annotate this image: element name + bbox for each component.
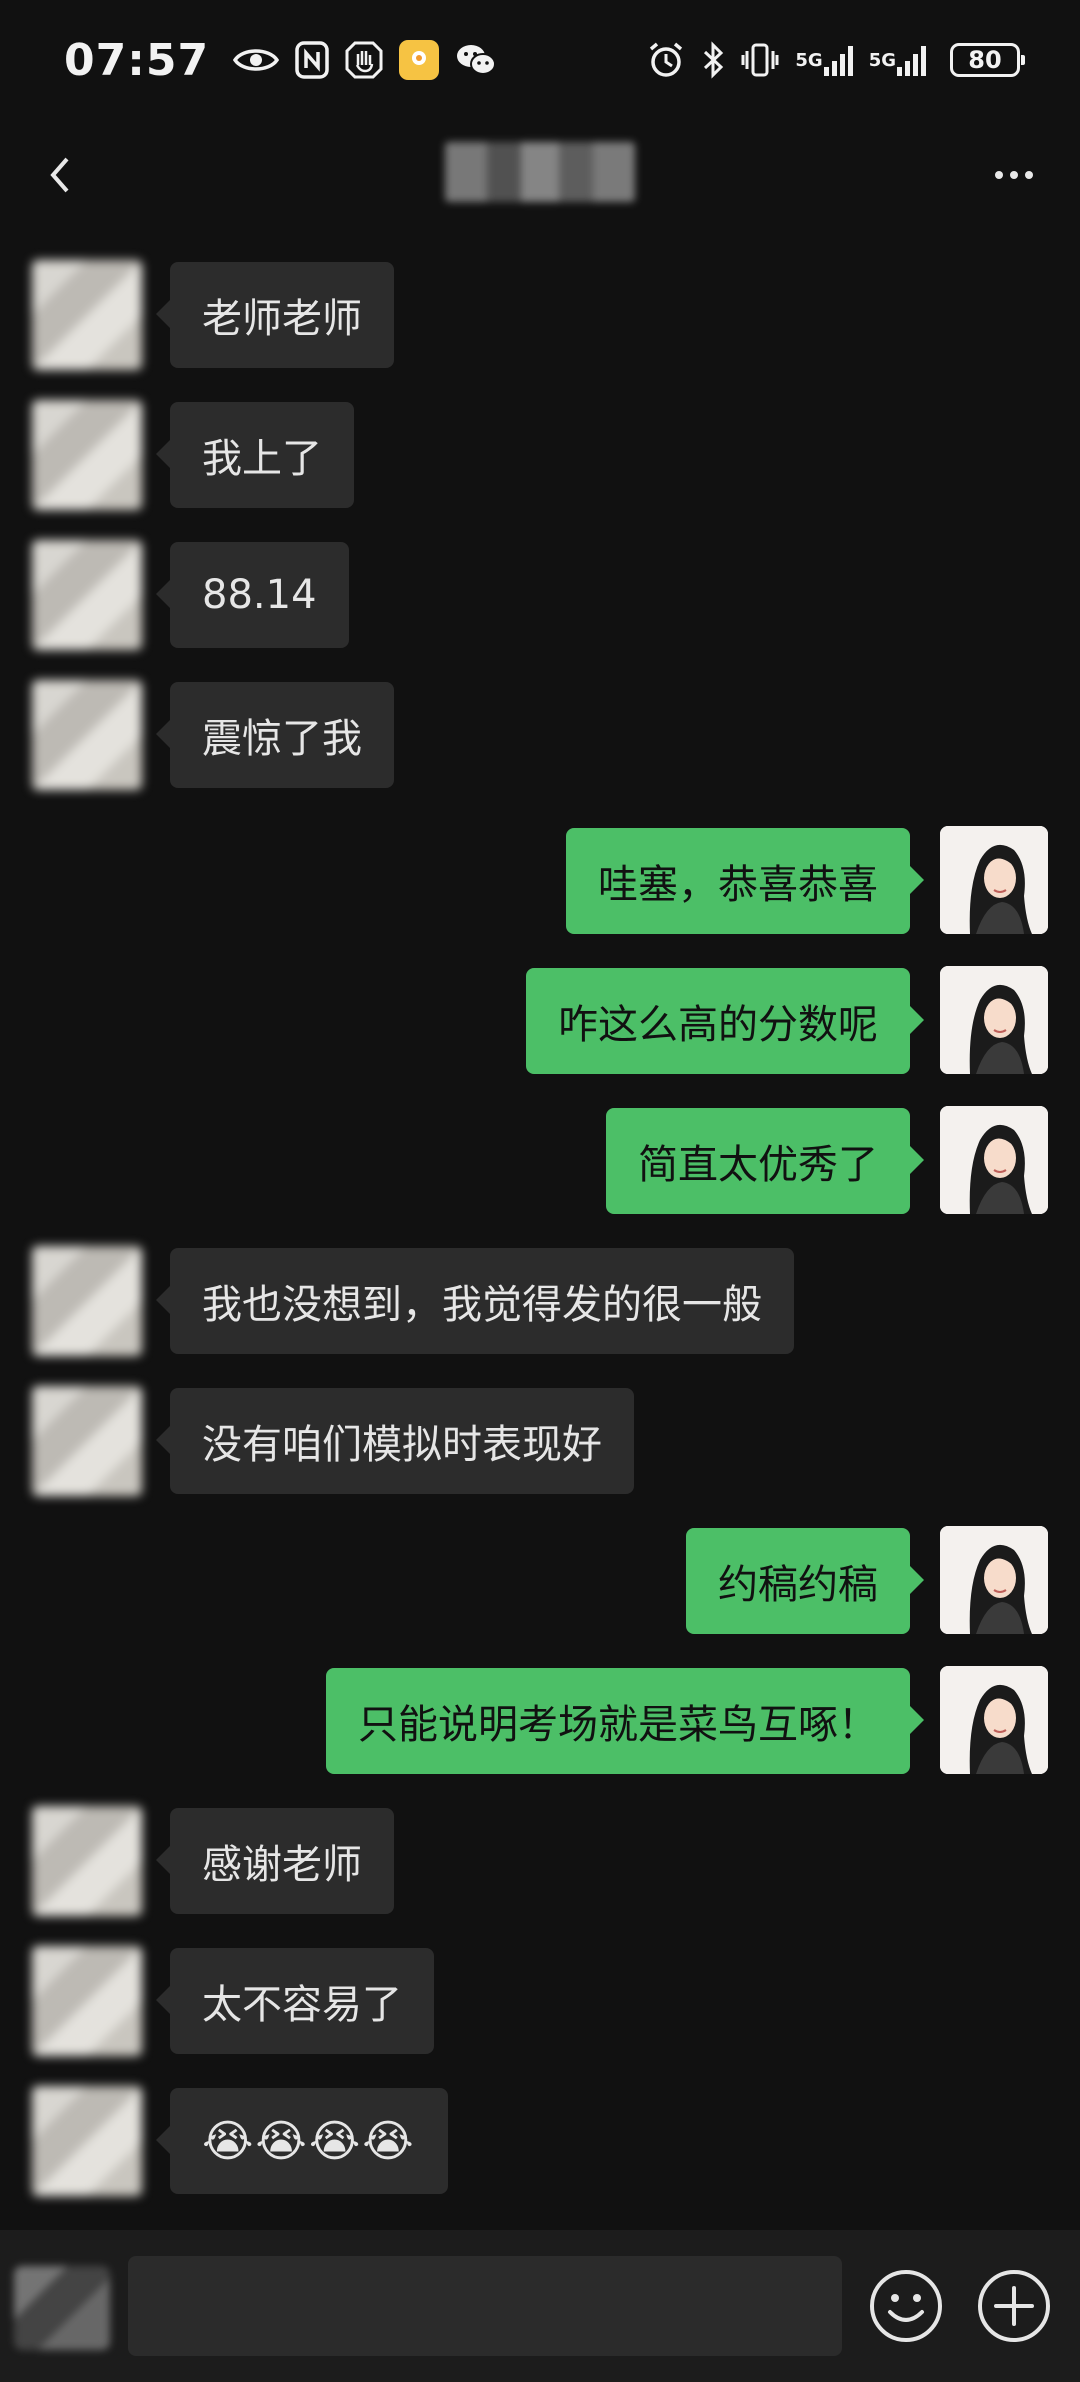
more-button[interactable] — [984, 150, 1044, 200]
message-row-incoming: 震惊了我 — [0, 680, 1080, 790]
message-bubble-outgoing[interactable]: 简直太优秀了 — [606, 1108, 924, 1214]
message-row-incoming: 太不容易了 — [0, 1946, 1080, 2056]
message-bubble-incoming[interactable]: 我上了 — [156, 402, 354, 508]
add-button[interactable] — [974, 2266, 1054, 2346]
chevron-left-icon — [50, 157, 69, 193]
message-bubble-incoming[interactable]: 震惊了我 — [156, 682, 394, 788]
eye-icon — [233, 45, 280, 75]
emoji-icon — [870, 2270, 942, 2342]
contact-avatar[interactable] — [32, 1946, 142, 2056]
message-input[interactable] — [128, 2256, 842, 2356]
message-row-incoming: 没有咱们模拟时表现好 — [0, 1386, 1080, 1496]
contact-avatar[interactable] — [32, 1386, 142, 1496]
user-avatar-image — [940, 1526, 1048, 1634]
message-row-incoming: 老师老师 — [0, 260, 1080, 370]
user-avatar[interactable] — [940, 1666, 1048, 1774]
user-avatar-image — [940, 826, 1048, 934]
status-time: 07:57 — [64, 34, 210, 86]
contact-avatar[interactable] — [32, 1246, 142, 1356]
message-row-incoming: 88.14 — [0, 540, 1080, 650]
message-row-incoming: 😭😭😭😭 — [0, 2086, 1080, 2196]
emoji-button[interactable] — [866, 2266, 946, 2346]
plus-circle-icon — [978, 2270, 1050, 2342]
message-bubble-incoming[interactable]: 感谢老师 — [156, 1808, 394, 1914]
user-avatar[interactable] — [940, 1526, 1048, 1634]
chat-header — [0, 120, 1080, 230]
wechat-icon — [455, 43, 497, 77]
status-bar: 07:57 5G 5G 80 — [0, 0, 1080, 120]
contact-avatar[interactable] — [32, 2086, 142, 2196]
more-dots-icon — [995, 171, 1003, 179]
message-bubble-incoming-emoji[interactable]: 😭😭😭😭 — [156, 2088, 448, 2194]
signal-1-icon: 5G — [795, 43, 853, 77]
message-bubble-incoming[interactable]: 老师老师 — [156, 262, 394, 368]
message-row-incoming: 感谢老师 — [0, 1806, 1080, 1916]
user-avatar[interactable] — [940, 826, 1048, 934]
message-bubble-incoming[interactable]: 88.14 — [156, 542, 349, 648]
contact-avatar[interactable] — [32, 540, 142, 650]
nfc-icon — [295, 41, 329, 79]
message-row-incoming: 我上了 — [0, 400, 1080, 510]
message-bubble-incoming[interactable]: 太不容易了 — [156, 1948, 434, 2054]
message-bubble-incoming[interactable]: 没有咱们模拟时表现好 — [156, 1388, 634, 1494]
alarm-icon — [647, 41, 685, 79]
chat-title-blurred — [445, 142, 635, 202]
voice-button[interactable] — [14, 2266, 110, 2350]
hand-icon — [345, 41, 383, 79]
contact-avatar[interactable] — [32, 1806, 142, 1916]
user-avatar-image — [940, 1666, 1048, 1774]
message-bubble-incoming[interactable]: 我也没想到，我觉得发的很一般 — [156, 1248, 794, 1354]
battery-icon: 80 — [950, 43, 1025, 77]
status-right: 5G 5G 80 — [647, 41, 1025, 79]
message-row-outgoing: 只能说明考场就是菜鸟互啄！ — [0, 1666, 1080, 1776]
back-button[interactable] — [40, 148, 80, 202]
user-avatar-image — [940, 966, 1048, 1074]
contact-avatar[interactable] — [32, 680, 142, 790]
message-bubble-outgoing[interactable]: 咋这么高的分数呢 — [526, 968, 924, 1074]
app-notification-icon — [399, 40, 440, 80]
bluetooth-icon — [701, 41, 725, 79]
user-avatar-image — [940, 1106, 1048, 1214]
message-bubble-outgoing[interactable]: 约稿约稿 — [686, 1528, 924, 1634]
contact-avatar[interactable] — [32, 400, 142, 510]
user-avatar[interactable] — [940, 1106, 1048, 1214]
signal-2-icon: 5G — [869, 43, 926, 77]
vibrate-icon — [741, 41, 779, 79]
status-left: 07:57 — [64, 35, 497, 86]
contact-avatar[interactable] — [32, 260, 142, 370]
message-row-outgoing: 约稿约稿 — [0, 1526, 1080, 1636]
message-bubble-outgoing[interactable]: 哇塞，恭喜恭喜 — [566, 828, 924, 934]
message-bubble-outgoing[interactable]: 只能说明考场就是菜鸟互啄！ — [326, 1668, 924, 1774]
user-avatar[interactable] — [940, 966, 1048, 1074]
input-bar — [0, 2230, 1080, 2382]
message-row-outgoing: 哇塞，恭喜恭喜 — [0, 826, 1080, 936]
message-row-outgoing: 简直太优秀了 — [0, 1106, 1080, 1216]
message-row-outgoing: 咋这么高的分数呢 — [0, 966, 1080, 1076]
message-row-incoming: 我也没想到，我觉得发的很一般 — [0, 1246, 1080, 1356]
